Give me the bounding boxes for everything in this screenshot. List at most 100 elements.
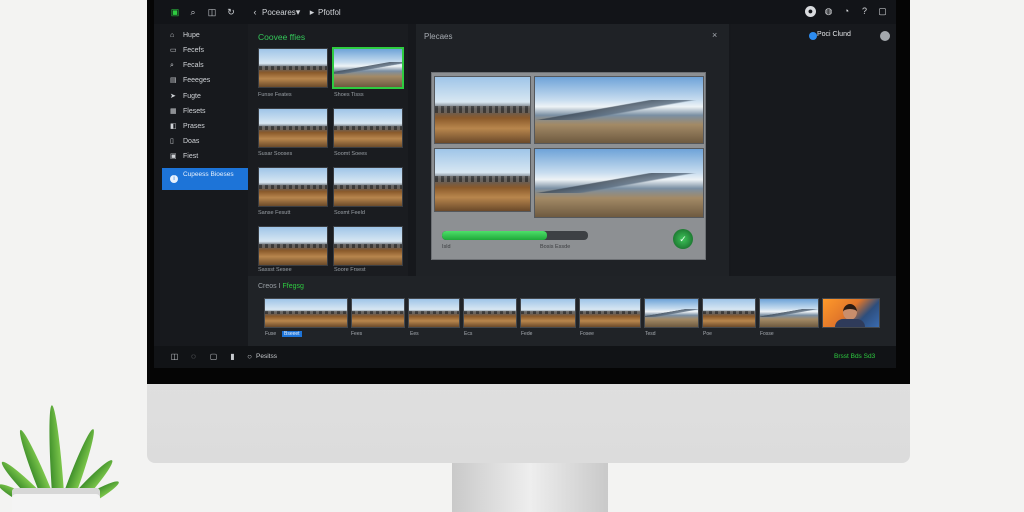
timeline-clip[interactable]: [408, 298, 460, 328]
status-bar: ◫ ◌ ▢ ▮ ○ Pesitss Brsst Bds Sd3: [154, 346, 896, 368]
file-thumbnail[interactable]: [258, 48, 328, 88]
files-panel: Coovee ffies Funse Feates Shoes Tisss Su…: [248, 24, 408, 276]
home-icon: ⌂: [170, 32, 175, 39]
refresh-icon[interactable]: ↻: [226, 7, 236, 17]
plant-pot: [12, 488, 100, 512]
timeline-clip-person[interactable]: [822, 298, 880, 328]
brush-icon[interactable]: ◌: [189, 352, 198, 361]
layers-icon: ◧: [170, 123, 177, 130]
cloud-label[interactable]: Poci Clund: [817, 31, 851, 38]
breadcrumb-item[interactable]: Poceares: [262, 8, 296, 17]
image-icon: ▣: [170, 153, 177, 160]
timeline-title-accent: Ffegsg: [282, 283, 304, 290]
search-icon[interactable]: ⌕: [188, 7, 198, 17]
preview-comparison: Isld Bosis Essde ✓: [431, 72, 706, 260]
files-icon: ▤: [170, 77, 177, 84]
chevron-down-icon[interactable]: ▾: [293, 7, 303, 17]
progress-label-left: Isld: [442, 244, 451, 250]
sidebar-item-label: Cupeess Bioeses: [183, 171, 234, 178]
sidebar-item-images[interactable]: ▣ Fiest: [162, 150, 248, 164]
clip-caption: Tesd: [645, 331, 656, 337]
file-thumbnail[interactable]: [333, 108, 403, 148]
clip-caption: Poe: [703, 331, 712, 337]
clip-caption: Fees: [351, 331, 363, 337]
app-logo-icon[interactable]: ▣: [170, 7, 180, 17]
thumbnail-caption: Sosmt Feeld: [334, 210, 365, 216]
preview-image-before[interactable]: [434, 76, 531, 144]
sidebar-item-current-process[interactable]: i Cupeess Bioeses: [162, 168, 248, 190]
back-icon[interactable]: ‹: [250, 7, 260, 17]
preview-image-after[interactable]: [534, 76, 704, 144]
monitor-stand: [452, 463, 608, 512]
timeline-title: Creos I Ffegsg: [258, 283, 304, 290]
clip-caption: Ees: [410, 331, 419, 337]
timeline-clip[interactable]: [351, 298, 405, 328]
globe-icon[interactable]: ◍: [823, 6, 834, 17]
clip-caption: Fuse: [265, 331, 277, 337]
clip-caption: Fosee: [580, 331, 594, 337]
clip-caption: Fede: [521, 331, 533, 337]
file-thumbnail[interactable]: [333, 226, 403, 266]
timeline-title-prefix: Creos I: [258, 283, 281, 290]
search-icon: ⌕: [170, 62, 174, 69]
preview-panel: Plecaes × Isld Bosis Essde ✓: [416, 24, 729, 276]
gear-icon[interactable]: [880, 31, 890, 41]
timeline-clip[interactable]: [579, 298, 641, 328]
timeline-clip[interactable]: [702, 298, 756, 328]
timeline-clip[interactable]: [264, 298, 348, 328]
grid-icon: ▦: [170, 108, 177, 115]
thumbnail-caption: Sanse Fesutt: [258, 210, 291, 216]
status-label: Pesitss: [256, 353, 277, 360]
sidebar-item-docs[interactable]: ▯ Doas: [162, 135, 248, 149]
right-panel: Poci Clund: [731, 24, 896, 276]
breadcrumb-item[interactable]: Pfotfol: [318, 8, 341, 17]
timeline-clip[interactable]: [520, 298, 576, 328]
thumbnail-caption: Susar Sooses: [258, 151, 293, 157]
sidebar-item-folders[interactable]: ▭ Fecefs: [162, 44, 248, 58]
close-icon[interactable]: ×: [712, 30, 717, 40]
sidebar-item-layers[interactable]: ◧ Prases: [162, 120, 248, 134]
preview-image-after[interactable]: [534, 148, 704, 218]
sidebar-item-home[interactable]: ⌂ Hupe: [162, 29, 248, 43]
sidebar-item-files[interactable]: ▤ Feeeges: [162, 74, 248, 88]
window-icon[interactable]: ▢: [877, 6, 888, 17]
preview-image-before[interactable]: [434, 148, 531, 212]
top-bar: ▣ ⌕ ◫ ↻ ‹ Poceares ▾ ▸ Pfotfol ● ◍ ◔ ? ▢: [154, 0, 896, 24]
layout-icon[interactable]: ◫: [207, 7, 217, 17]
thumbnail-caption: Sassst Sesee: [258, 267, 292, 273]
timeline-clip[interactable]: [759, 298, 819, 328]
status-dot-icon: ○: [247, 352, 252, 361]
timeline-clip[interactable]: [644, 298, 699, 328]
file-thumbnail[interactable]: [258, 226, 328, 266]
status-right: Brsst Bds Sd3: [834, 353, 876, 360]
cloud-icon: [809, 32, 817, 40]
thumbnail-caption: Soore Frsest: [334, 267, 366, 273]
thumbnail-caption: Funse Feates: [258, 92, 292, 98]
clip-caption-selected: Bseeet: [282, 331, 302, 337]
info-icon: i: [170, 175, 178, 183]
thumbnail-caption: Shoes Tisss: [334, 92, 364, 98]
file-thumbnail-selected[interactable]: [332, 47, 404, 89]
sidebar-item-label: Hupe: [183, 32, 200, 39]
user-circle-icon[interactable]: ●: [805, 6, 816, 17]
sidebar-item-presets[interactable]: ▦ Flesets: [162, 105, 248, 119]
crop-icon[interactable]: ▢: [209, 352, 218, 361]
panel-icon[interactable]: ◫: [170, 352, 179, 361]
file-thumbnail[interactable]: [333, 167, 403, 207]
sidebar-item-search[interactable]: ⌕ Fecals: [162, 59, 248, 73]
export-icon[interactable]: ▮: [228, 352, 237, 361]
progress-bar-fill: [442, 231, 548, 240]
tag-icon: ➤: [170, 93, 176, 100]
sidebar-item-label: Fecals: [183, 62, 204, 69]
progress-bar: [442, 231, 588, 240]
help-icon[interactable]: ?: [859, 6, 870, 17]
chevron-right-icon: ▸: [309, 7, 315, 17]
file-thumbnail[interactable]: [258, 108, 328, 148]
file-thumbnail[interactable]: [258, 167, 328, 207]
sidebar-item-label: Flesets: [183, 108, 206, 115]
check-icon[interactable]: ✓: [673, 229, 693, 249]
timeline-clip[interactable]: [463, 298, 517, 328]
sidebar-item-label: Prases: [183, 123, 205, 130]
sidebar-item-tags[interactable]: ➤ Fugte: [162, 90, 248, 104]
clock-icon[interactable]: ◔: [841, 6, 852, 17]
